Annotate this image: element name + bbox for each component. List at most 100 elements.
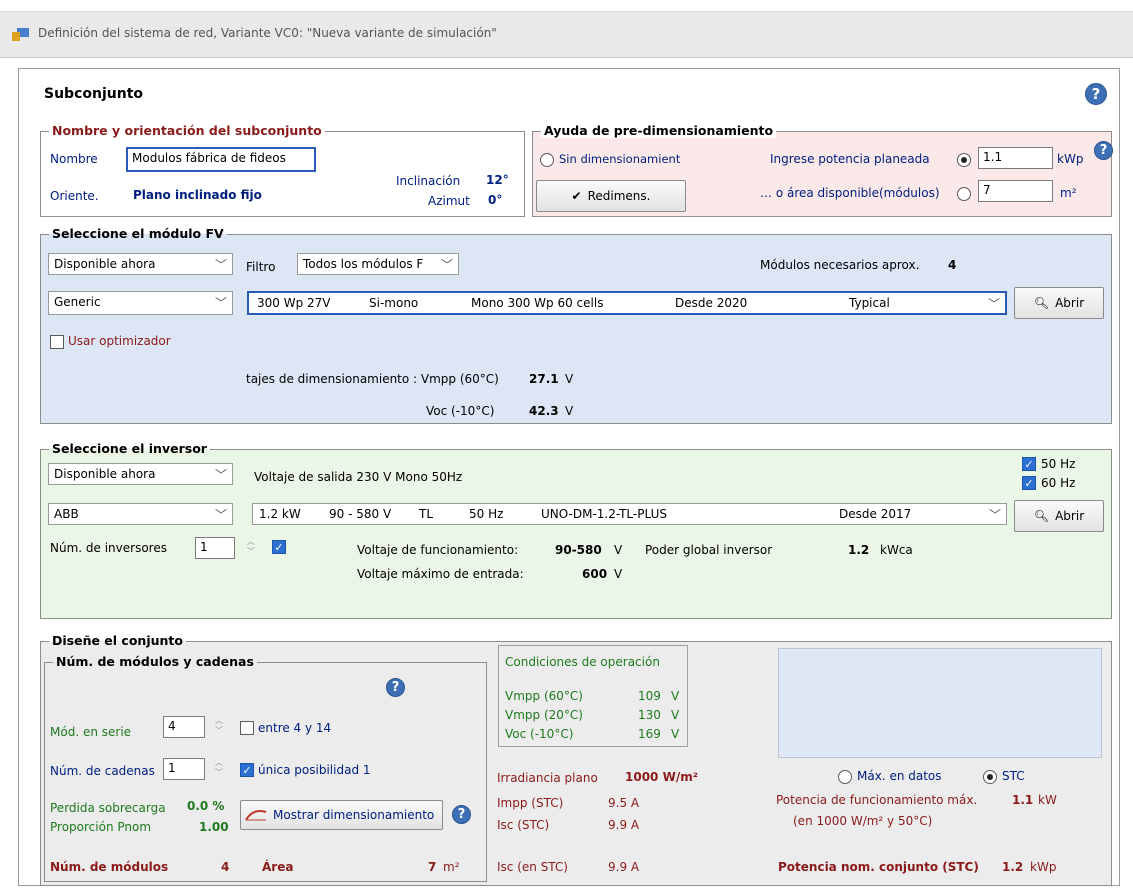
module-open-button[interactable]: 🔍︎ Abrir — [1014, 287, 1104, 319]
hz60-checkbox[interactable]: ✓ — [1022, 476, 1036, 490]
op-row-label: Voc (-10°C) — [505, 727, 574, 741]
series-spinner[interactable]: ︿ ﹀ — [212, 716, 226, 738]
search-icon: 🔍︎ — [1033, 509, 1050, 523]
max-power-label: Potencia de funcionamiento máx. — [776, 793, 978, 807]
azimuth-label: Azimut — [428, 194, 470, 208]
op-voltage-value: 90-580 — [555, 543, 602, 557]
impp-label: Impp (STC) — [497, 796, 564, 810]
area-input[interactable]: 7 — [978, 180, 1053, 202]
strings-label: Núm. de cadenas — [50, 764, 155, 778]
ratio-value: 1.00 — [199, 820, 229, 834]
op-row-value: 169 — [638, 727, 661, 741]
module-model-select[interactable]: 300 Wp 27V Si-mono Mono 300 Wp 60 cells … — [247, 291, 1007, 315]
module-manufacturer-value: Generic — [54, 295, 101, 309]
op-row-label: Vmpp (20°C) — [505, 708, 583, 722]
max-voltage-label: Voltaje máximo de entrada: — [357, 567, 524, 581]
top-cropped-caption — [0, 0, 1133, 12]
voc-value: 42.3 — [529, 404, 559, 418]
series-range-label: entre 4 y 14 — [258, 721, 332, 735]
strings-help-icon[interactable]: ? — [386, 678, 405, 697]
sizing-help-icon[interactable]: ? — [452, 805, 471, 824]
op-conditions-title: Condiciones de operación — [505, 655, 660, 669]
voc-unit: V — [565, 404, 574, 418]
inverter-tl: TL — [419, 507, 434, 521]
modules-needed-label: Módulos necesarios aprox. — [760, 258, 920, 272]
area-unit: m² — [1060, 186, 1077, 200]
module-open-label: Abrir — [1055, 296, 1085, 310]
hz50-label: 50 Hz — [1041, 457, 1076, 471]
module-name: Mono 300 Wp 60 cells — [471, 296, 604, 310]
presizing-legend: Ayuda de pre-dimensionamiento — [541, 123, 777, 138]
name-input[interactable]: Modulos fábrica de fideos — [126, 147, 316, 172]
output-voltage-label: Voltaje de salida 230 V Mono 50Hz — [254, 470, 463, 484]
power-input[interactable]: 1.1 — [978, 147, 1053, 169]
nominal-power-label: Potencia nom. conjunto (STC) — [778, 860, 979, 874]
help-icon[interactable]: ? — [1085, 83, 1107, 105]
max-power-conditions: (en 1000 W/m² y 50°C) — [793, 814, 933, 828]
op-row-value: 130 — [638, 708, 661, 722]
global-power-unit: kWca — [880, 543, 913, 557]
nominal-power-value: 1.2 — [1002, 860, 1024, 874]
series-input[interactable]: 4 — [163, 716, 205, 738]
inverter-range: 90 - 580 V — [329, 507, 392, 521]
tilt-value: 12° — [486, 173, 509, 187]
series-range-checkbox[interactable] — [240, 721, 254, 735]
inverter-manufacturer-select[interactable]: ABB ﹀ — [48, 503, 233, 525]
optimizer-checkbox[interactable] — [50, 335, 64, 349]
inverter-model-select[interactable]: 1.2 kW 90 - 580 V TL 50 Hz UNO-DM-1.2-TL… — [252, 503, 1007, 525]
area-radio[interactable] — [957, 187, 971, 201]
isc-label: Isc (STC) — [497, 818, 550, 832]
module-manufacturer-select[interactable]: Generic ﹀ — [48, 291, 233, 315]
isc-value: 9.9 A — [608, 818, 640, 832]
page-title: Subconjunto — [44, 86, 143, 102]
inverter-count-label: Núm. de inversores — [50, 541, 167, 555]
area-total-unit: m² — [443, 860, 460, 874]
vmpp-unit: V — [565, 372, 574, 386]
no-sizing-label: Sin dimensionamient — [559, 152, 681, 166]
vmpp-value: 27.1 — [529, 372, 559, 386]
global-power-value: 1.2 — [848, 543, 870, 557]
power-radio[interactable] — [957, 153, 971, 167]
name-orientation-legend: Nombre y orientación del subconjunto — [49, 123, 325, 138]
strings-spinner[interactable]: ︿ ﹀ — [212, 758, 226, 780]
resize-button-label: Redimens. — [587, 189, 651, 203]
resize-button[interactable]: ✔ Redimens. — [536, 180, 686, 212]
filter-select[interactable]: Todos los módulos F ﹀ — [297, 253, 459, 275]
voc-label: Voc (-10°C) — [426, 404, 495, 418]
inverter-open-button[interactable]: 🔍︎ Abrir — [1014, 500, 1104, 532]
module-power: 300 Wp 27V — [257, 296, 331, 310]
search-icon: 🔍︎ — [1033, 296, 1050, 310]
inverter-manufacturer-value: ABB — [54, 507, 79, 521]
inverter-availability-value: Disponible ahora — [54, 467, 156, 481]
presizing-help-icon[interactable]: ? — [1094, 141, 1113, 160]
strings-input[interactable]: 1 — [163, 758, 205, 780]
stc-radio[interactable] — [983, 770, 997, 784]
isc-stc-label: Isc (en STC) — [497, 860, 568, 874]
area-total-label: Área — [262, 860, 294, 874]
global-power-label: Poder global inversor — [645, 543, 773, 557]
max-data-radio[interactable] — [838, 770, 852, 784]
array-preview-panel — [778, 648, 1102, 758]
inverter-count-checkbox[interactable]: ✓ — [272, 540, 286, 554]
optimizer-label: Usar optimizador — [68, 334, 171, 348]
inverter-name: UNO-DM-1.2-TL-PLUS — [541, 507, 667, 521]
overload-label: Perdida sobrecarga — [50, 801, 166, 815]
no-sizing-radio[interactable] — [540, 153, 554, 167]
hz50-checkbox[interactable]: ✓ — [1022, 457, 1036, 471]
inverter-count-spinner[interactable]: ︿ ﹀ — [244, 537, 258, 559]
inverter-availability-select[interactable]: Disponible ahora ﹀ — [48, 463, 233, 485]
strings-checkbox[interactable]: ✓ — [240, 763, 254, 777]
filter-value: Todos los módulos F — [303, 257, 424, 271]
op-row-unit: V — [671, 708, 680, 722]
show-sizing-button[interactable]: Mostrar dimensionamiento — [240, 800, 443, 830]
module-availability-select[interactable]: Disponible ahora ﹀ — [48, 253, 233, 275]
modules-count-label: Núm. de módulos — [50, 860, 169, 874]
irradiance-value: 1000 W/m² — [625, 770, 698, 784]
chevron-down-icon: ﹀ — [988, 508, 1001, 522]
inverter-count-input[interactable]: 1 — [195, 537, 235, 559]
window-titlebar: Definición del sistema de red, Variante … — [0, 12, 1133, 58]
app-icon — [12, 28, 29, 41]
power-unit: kWp — [1057, 152, 1084, 166]
design-legend: Diseñe el conjunto — [49, 633, 186, 648]
modules-needed-value: 4 — [948, 258, 957, 272]
